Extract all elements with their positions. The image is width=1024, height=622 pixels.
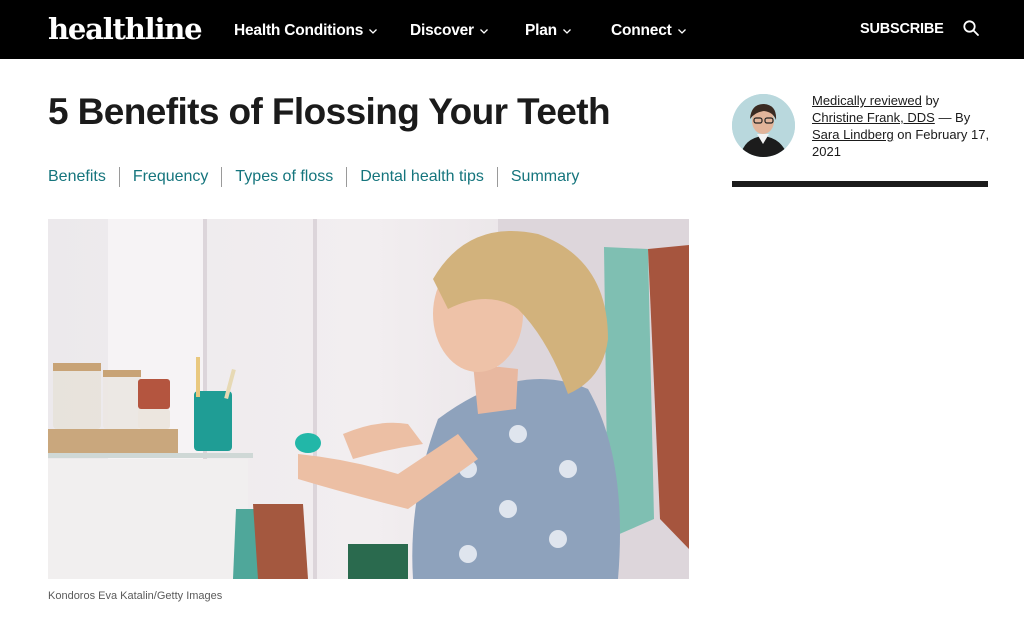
toc-link-frequency[interactable]: Frequency [133, 165, 209, 189]
sidebar-divider [732, 181, 988, 187]
nav-health-conditions[interactable]: Health Conditions [234, 20, 378, 42]
toc-link-summary[interactable]: Summary [511, 165, 579, 189]
nav-discover[interactable]: Discover [410, 20, 489, 42]
reviewer-name-link[interactable]: Christine Frank, DDS [812, 110, 935, 125]
top-navigation-bar: healthline Health Conditions Discover Pl… [0, 0, 1024, 59]
woman-flossing-photo [48, 219, 689, 579]
nav-label: Health Conditions [234, 22, 364, 39]
medically-reviewed-link[interactable]: Medically reviewed [812, 93, 922, 108]
toc-divider [496, 167, 498, 187]
author-name-link[interactable]: Sara Lindberg [812, 127, 894, 142]
search-icon[interactable] [962, 19, 980, 37]
chevron-down-icon [677, 29, 686, 34]
medical-review-byline: Medically reviewed by Christine Frank, D… [812, 92, 992, 160]
nav-label: Plan [525, 22, 557, 39]
nav-label: Connect [611, 22, 672, 39]
byline-by-text: by [925, 93, 940, 108]
article-title: 5 Benefits of Flossing Your Teeth [48, 91, 611, 132]
healthline-logo[interactable]: healthline [48, 11, 203, 47]
byline-dash-by-text: — By [938, 110, 971, 125]
image-caption: Kondoros Eva Katalin/Getty Images [48, 590, 223, 602]
article-hero-image [48, 219, 689, 579]
reviewer-avatar [732, 94, 795, 157]
toc-divider [221, 167, 223, 187]
chevron-down-icon [369, 29, 378, 34]
nav-connect[interactable]: Connect [611, 20, 687, 42]
toc-link-benefits[interactable]: Benefits [48, 165, 106, 189]
chevron-down-icon [479, 29, 488, 34]
toc-divider [346, 167, 348, 187]
subscribe-button[interactable]: SUBSCRIBE [860, 21, 944, 37]
toc-link-dental-health-tips[interactable]: Dental health tips [360, 165, 484, 189]
toc-link-types-of-floss[interactable]: Types of floss [235, 165, 333, 189]
toc-divider [118, 167, 120, 187]
nav-label: Discover [410, 22, 474, 39]
nav-plan[interactable]: Plan [525, 20, 572, 42]
chevron-down-icon [562, 29, 571, 34]
article-table-of-contents: Benefits Frequency Types of floss Dental… [48, 165, 579, 189]
